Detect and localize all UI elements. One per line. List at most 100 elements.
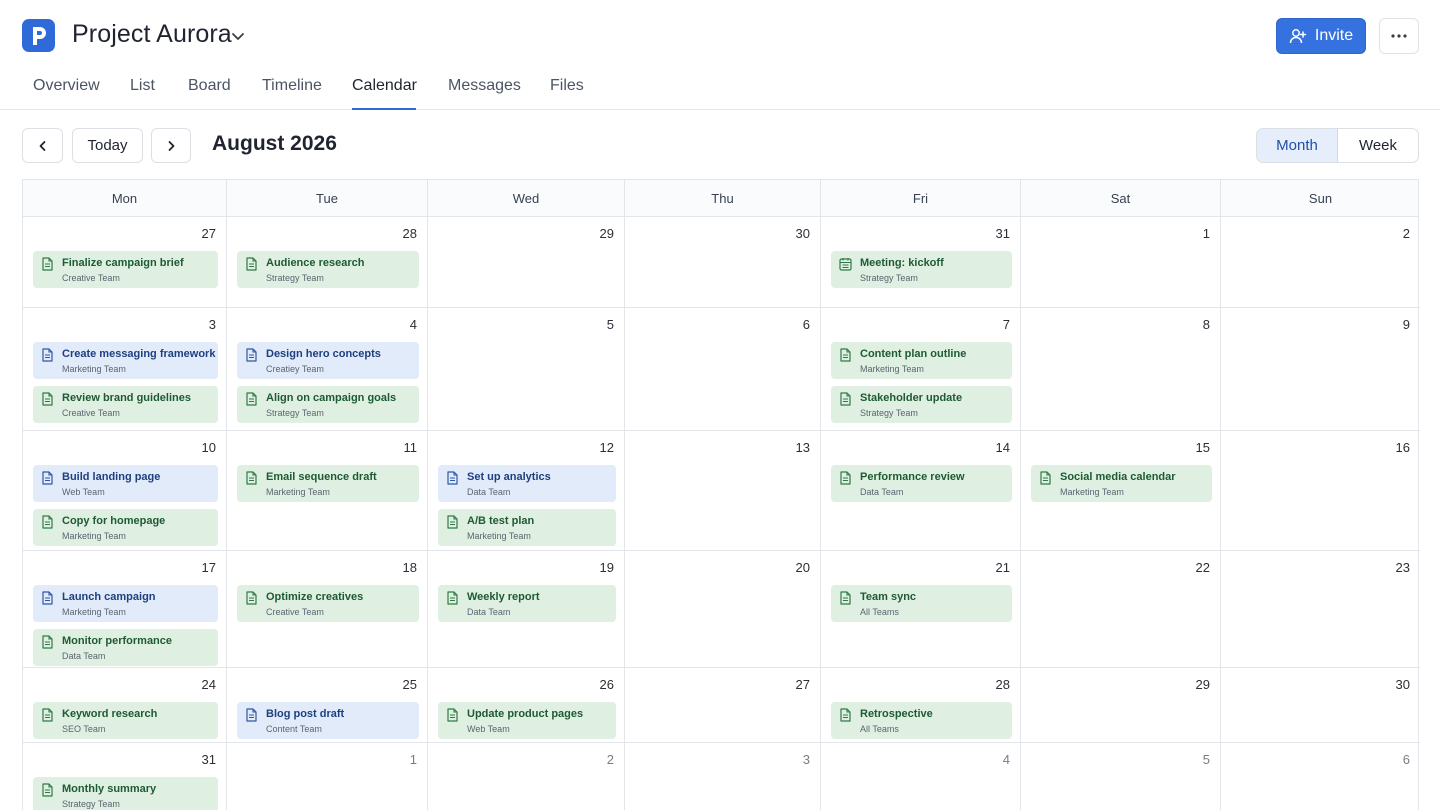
tab-board[interactable]: Board <box>188 77 231 110</box>
day-cell[interactable]: 29 <box>428 217 625 308</box>
day-cell[interactable]: 6 <box>1221 743 1420 810</box>
calendar-event[interactable]: Weekly report Data Team <box>438 585 616 622</box>
tab-list[interactable]: List <box>130 77 155 110</box>
day-number: 17 <box>201 560 216 575</box>
day-cell[interactable]: 2 <box>428 743 625 810</box>
day-cell[interactable]: 8 <box>1021 308 1221 431</box>
calendar-event[interactable]: Review brand guidelines Creative Team <box>33 386 218 423</box>
calendar-event[interactable]: Performance review Data Team <box>831 465 1012 502</box>
day-cell[interactable]: 5 <box>428 308 625 431</box>
week-view-button[interactable]: Week <box>1338 129 1418 162</box>
calendar-event[interactable]: Social media calendar Marketing Team <box>1031 465 1212 502</box>
day-number: 13 <box>795 440 810 455</box>
calendar-event[interactable]: Finalize campaign brief Creative Team <box>33 251 218 288</box>
calendar-event[interactable]: Keyword research SEO Team <box>33 702 218 739</box>
calendar-event[interactable]: Team sync All Teams <box>831 585 1012 622</box>
event-team: Strategy Team <box>62 799 120 809</box>
calendar-event[interactable]: Content plan outline Marketing Team <box>831 342 1012 379</box>
day-cell[interactable]: 30 <box>625 217 821 308</box>
weekday-header-tue: Tue <box>227 180 428 217</box>
chevron-left-icon <box>39 140 45 151</box>
day-cell[interactable]: 18 Optimize creatives Creative Team <box>227 551 428 668</box>
day-cell[interactable]: 13 <box>625 431 821 551</box>
event-title: A/B test plan <box>467 515 535 527</box>
day-cell[interactable]: 19 Weekly report Data Team <box>428 551 625 668</box>
day-cell[interactable]: 4 <box>821 743 1021 810</box>
tab-timeline[interactable]: Timeline <box>262 77 322 110</box>
calendar-event[interactable]: Blog post draft Content Team <box>237 702 419 739</box>
day-cell[interactable]: 24 Keyword research SEO Team <box>23 668 227 743</box>
day-cell[interactable]: 28 Retrospective All Teams <box>821 668 1021 743</box>
day-cell[interactable]: 29 <box>1021 668 1221 743</box>
day-cell[interactable]: 7 Content plan outline Marketing Team Stake… <box>821 308 1021 431</box>
calendar-event[interactable]: Stakeholder update Strategy Team <box>831 386 1012 423</box>
day-cell[interactable]: 9 <box>1221 308 1420 431</box>
calendar-event[interactable]: Copy for homepage Marketing Team <box>33 509 218 546</box>
day-cell[interactable]: 11 Email sequence draft Marketing Team <box>227 431 428 551</box>
document-icon <box>245 392 258 406</box>
previous-month-button[interactable] <box>22 128 63 163</box>
calendar-event[interactable]: Design hero concepts Creatiey Team <box>237 342 419 379</box>
day-cell[interactable]: 14 Performance review Data Team <box>821 431 1021 551</box>
day-cell[interactable]: 26 Update product pages Web Team <box>428 668 625 743</box>
day-cell[interactable]: 31 Monthly summary Strategy Team <box>23 743 227 810</box>
day-cell[interactable]: 27 Finalize campaign brief Creative Team <box>23 217 227 308</box>
calendar-event[interactable]: Audience research Strategy Team <box>237 251 419 288</box>
next-month-button[interactable] <box>151 128 191 163</box>
day-cell[interactable]: 21 Team sync All Teams <box>821 551 1021 668</box>
day-cell[interactable]: 16 <box>1221 431 1420 551</box>
day-number: 10 <box>201 440 216 455</box>
weekday-header-row: Mon Tue Wed Thu Fri Sat Sun <box>23 180 1418 217</box>
day-number: 2 <box>606 752 614 767</box>
month-view-button[interactable]: Month <box>1257 129 1338 162</box>
day-cell[interactable]: 4 Design hero concepts Creatiey Team Align … <box>227 308 428 431</box>
day-cell[interactable]: 2 <box>1221 217 1420 308</box>
tab-messages[interactable]: Messages <box>448 77 521 110</box>
today-button[interactable]: Today <box>72 128 143 163</box>
day-cell[interactable]: 28 Audience research Strategy Team <box>227 217 428 308</box>
calendar-event[interactable]: Email sequence draft Marketing Team <box>237 465 419 502</box>
tab-overview[interactable]: Overview <box>33 77 100 110</box>
event-title: Audience research <box>266 257 365 269</box>
day-cell[interactable]: 20 <box>625 551 821 668</box>
calendar-event[interactable]: Monthly summary Strategy Team <box>33 777 218 810</box>
view-toggle: Month Week <box>1256 128 1419 163</box>
day-cell[interactable]: 15 Social media calendar Marketing Team <box>1021 431 1221 551</box>
app-logo[interactable] <box>22 19 55 52</box>
calendar-event[interactable]: Meeting: kickoff Strategy Team <box>831 251 1012 288</box>
calendar-event[interactable]: Set up analytics Data Team <box>438 465 616 502</box>
day-cell[interactable]: 30 <box>1221 668 1420 743</box>
calendar-event[interactable]: Create messaging framework Marketing Team <box>33 342 218 379</box>
day-cell[interactable]: 31 Meeting: kickoff Strategy Team <box>821 217 1021 308</box>
more-options-button[interactable] <box>1379 18 1419 54</box>
event-team: Data Team <box>467 487 511 497</box>
calendar-event[interactable]: Build landing page Web Team <box>33 465 218 502</box>
day-cell[interactable]: 23 <box>1221 551 1420 668</box>
day-cell[interactable]: 3 Create messaging framework Marketing Tea… <box>23 308 227 431</box>
calendar-event[interactable]: Launch campaign Marketing Team <box>33 585 218 622</box>
day-cell[interactable]: 17 Launch campaign Marketing Team Monitor p… <box>23 551 227 668</box>
calendar-event[interactable]: Retrospective All Teams <box>831 702 1012 739</box>
day-cell[interactable]: 12 Set up analytics Data Team A/B test plan… <box>428 431 625 551</box>
day-cell[interactable]: 6 <box>625 308 821 431</box>
day-cell[interactable]: 1 <box>227 743 428 810</box>
day-cell[interactable]: 5 <box>1021 743 1221 810</box>
calendar-event[interactable]: Align on campaign goals Strategy Team <box>237 386 419 423</box>
calendar-event[interactable]: Optimize creatives Creative Team <box>237 585 419 622</box>
invite-button[interactable]: Invite <box>1276 18 1366 54</box>
day-cell[interactable]: 3 <box>625 743 821 810</box>
tab-files[interactable]: Files <box>550 77 584 110</box>
day-cell[interactable]: 25 Blog post draft Content Team <box>227 668 428 743</box>
calendar-event[interactable]: A/B test plan Marketing Team <box>438 509 616 546</box>
event-title: Copy for homepage <box>62 515 166 527</box>
day-cell[interactable]: 1 <box>1021 217 1221 308</box>
day-cell[interactable]: 10 Build landing page Web Team Copy for hom… <box>23 431 227 551</box>
day-cell[interactable]: 27 <box>625 668 821 743</box>
calendar-event[interactable]: Update product pages Web Team <box>438 702 616 739</box>
event-team: Marketing Team <box>62 364 126 374</box>
calendar-event[interactable]: Monitor performance Data Team <box>33 629 218 666</box>
chevron-down-icon[interactable] <box>229 27 247 45</box>
tab-calendar[interactable]: Calendar <box>352 77 417 110</box>
event-team: Web Team <box>467 724 510 734</box>
day-cell[interactable]: 22 <box>1021 551 1221 668</box>
